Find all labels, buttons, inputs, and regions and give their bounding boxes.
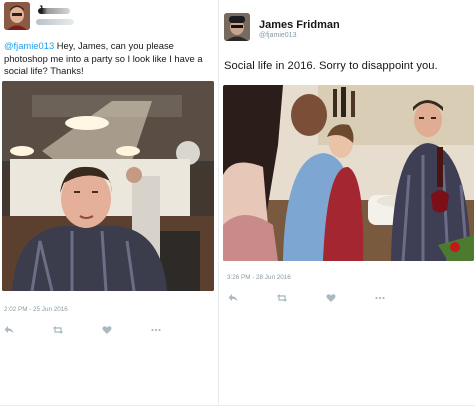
reply-tweet: James Fridman @fjamie013 Social life in … xyxy=(221,0,475,406)
tweet-photo[interactable] xyxy=(223,85,474,261)
avatar[interactable] xyxy=(224,13,250,41)
avatar[interactable] xyxy=(4,2,30,30)
retweet-icon[interactable] xyxy=(277,293,287,303)
reply-icon[interactable] xyxy=(228,293,238,303)
tweet-photo[interactable] xyxy=(2,81,214,291)
tweet-actions xyxy=(4,325,200,335)
like-icon[interactable] xyxy=(326,293,336,303)
tweet-timestamp[interactable]: 2:02 PM - 25 Jun 2016 xyxy=(4,306,68,313)
tweet-text: @fjamie013 Hey, James, can you please ph… xyxy=(4,40,203,77)
tweet-text: Social life in 2016. Sorry to disappoint… xyxy=(224,60,438,72)
like-icon[interactable] xyxy=(102,325,112,335)
author-name-blurred: J xyxy=(38,4,70,14)
author-handle-blurred xyxy=(36,19,74,25)
tweet-actions xyxy=(228,293,424,303)
retweet-icon[interactable] xyxy=(53,325,63,335)
mention-link[interactable]: @fjamie013 xyxy=(4,40,54,51)
author-name[interactable]: James Fridman xyxy=(259,19,340,31)
more-icon[interactable] xyxy=(375,293,385,303)
tweet-divider xyxy=(218,0,219,406)
more-icon[interactable] xyxy=(151,325,161,335)
original-tweet: J @fjamie013 Hey, James, can you please … xyxy=(0,0,216,406)
reply-icon[interactable] xyxy=(4,325,14,335)
tweet-timestamp[interactable]: 3:26 PM - 28 Jun 2016 xyxy=(227,274,291,281)
author-handle[interactable]: @fjamie013 xyxy=(259,32,296,39)
